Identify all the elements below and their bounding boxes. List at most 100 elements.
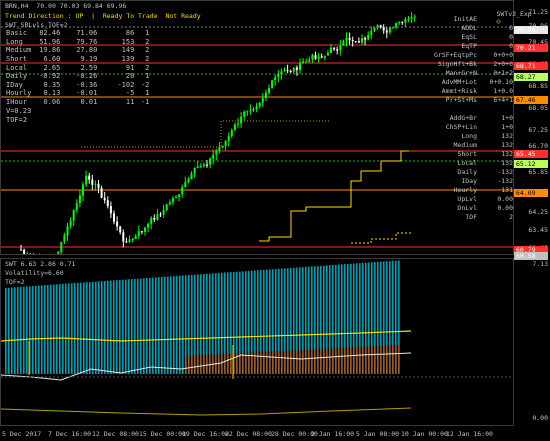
- ea-param-row: TOF 2: [421, 213, 513, 222]
- volatility-bar: [38, 285, 40, 374]
- swt-indicator-canvas[interactable]: [1, 259, 513, 425]
- candle-body: [221, 146, 224, 148]
- volatility-bar: [107, 280, 109, 374]
- trend-bar: [206, 354, 208, 374]
- candle-body: [159, 214, 162, 216]
- indicator-scale[interactable]: 7.13 0.00: [514, 258, 550, 426]
- trend-bar: [380, 346, 382, 374]
- trend-bar: [284, 351, 286, 374]
- ea-param-row: DnLvl 0.00: [421, 204, 513, 213]
- candle-body: [264, 92, 267, 99]
- price-level-tag: 70.21: [514, 44, 548, 52]
- stats-cell: 28: [125, 72, 135, 81]
- trend-status-line: Trend Direction : UP | Ready To Trade No…: [5, 12, 201, 20]
- ea-param-row: Long 132: [421, 132, 513, 141]
- candle-body: [212, 154, 215, 159]
- trend-bar: [194, 355, 196, 374]
- trend-bar: [359, 347, 361, 374]
- price-scale[interactable]: 71.2570.9670.4569.6568.8568.0567.2566.70…: [514, 0, 550, 260]
- ea-param-value: 1+0.0: [493, 87, 513, 95]
- stats-row: Short 6.60 9.19 139 2: [6, 55, 152, 64]
- ea-param-value: 0+1+2: [493, 69, 513, 77]
- ea-param-value: 0+0.10: [489, 78, 513, 86]
- trend-bar: [272, 351, 274, 374]
- volatility-bar: [5, 287, 7, 374]
- trend-bar: [242, 353, 244, 374]
- ea-param-label: TOF: [465, 213, 477, 221]
- stats-cell: 11: [125, 98, 135, 107]
- volatility-bar: [56, 284, 58, 374]
- stats-cell: 79.76: [76, 37, 98, 46]
- candle-body: [147, 223, 150, 228]
- ea-param-label: EqTP: [461, 42, 477, 50]
- ea-param-label: Pr+St+Ms: [445, 96, 477, 104]
- ea-param-row: EqSL 0: [421, 33, 513, 42]
- ea-param-value: 1+0: [501, 114, 513, 122]
- volatility-bar: [143, 278, 145, 374]
- candle-body: [289, 71, 292, 73]
- trend-bar: [188, 355, 190, 374]
- candle-body: [348, 37, 351, 41]
- volatility-bar: [182, 275, 184, 374]
- stats-cell: 153: [121, 37, 135, 46]
- candle-body: [69, 220, 72, 227]
- swt-indicator-panel[interactable]: SWT 6.63 2.86 0.71 Volatility=6.60 TOF=2: [0, 258, 514, 426]
- ea-param-value: 1+0: [501, 123, 513, 131]
- stats-cell: -2: [140, 80, 150, 89]
- volatility-bar: [152, 277, 154, 374]
- volatility-bar: [74, 283, 76, 374]
- time-axis[interactable]: 5 Dec 2017 7 Dec 16:00 12 Dec 08:00 15 Dec …: [0, 427, 514, 441]
- stepped-level-line: [259, 150, 409, 242]
- ea-param-label: SignHft+Bk: [437, 60, 477, 68]
- price-scale-label: 68.85: [528, 82, 548, 90]
- price-chart-panel[interactable]: BRN,H4 70.00 70.03 69.84 69.96 Trend Dir…: [0, 0, 532, 255]
- candle-body: [357, 41, 360, 43]
- volatility-bar: [173, 276, 175, 374]
- stats-cell: 19.86: [39, 46, 61, 55]
- volatility-bar: [47, 284, 49, 374]
- candle-body: [125, 241, 128, 243]
- stats-cell: 0.35: [43, 80, 61, 89]
- stats-row-label: Medium: [6, 46, 32, 55]
- candle-body: [317, 56, 320, 59]
- volatility-bar: [32, 286, 34, 374]
- candle-body: [75, 203, 78, 210]
- candle-body: [199, 166, 202, 168]
- candle-body: [215, 151, 218, 155]
- ea-param-row: GrSF+EqtpPc 0+0+0: [421, 51, 513, 60]
- ea-param-value: 132: [501, 132, 513, 140]
- trend-bar: [281, 351, 283, 374]
- trend-bar: [368, 346, 370, 374]
- volatility-bar: [158, 277, 160, 374]
- stats-cell: 2: [145, 63, 150, 72]
- volatility-bar: [83, 282, 85, 374]
- stats-cell: -0.01: [76, 89, 98, 98]
- trend-bar: [347, 347, 349, 374]
- trend-bar: [287, 350, 289, 374]
- candle-body: [131, 239, 134, 241]
- volatility-bar: [92, 281, 94, 374]
- stats-cell: 51.96: [39, 37, 61, 46]
- candle-body: [255, 106, 258, 109]
- stats-cell: 0.01: [80, 98, 98, 107]
- stats-cell: 27.80: [76, 46, 98, 55]
- candle-body: [224, 140, 227, 147]
- trend-bar: [305, 350, 307, 374]
- trend-bar: [398, 345, 400, 374]
- volatility-label: Volatility=6.60: [5, 269, 64, 277]
- stats-row-label: Long: [6, 37, 23, 46]
- candle-body: [376, 25, 379, 28]
- ea-param-value: 0: [509, 33, 513, 41]
- candle-body: [299, 63, 301, 70]
- candle-body: [252, 108, 255, 111]
- candle-body: [354, 41, 357, 43]
- trend-bar: [392, 345, 394, 374]
- indicator-tof-label: TOF=2: [5, 278, 25, 286]
- stats-cell: 2: [145, 55, 150, 64]
- stats-cell: 71.06: [76, 29, 98, 38]
- ea-param-label: UpLvl: [457, 195, 477, 203]
- price-level-tag: 68.71: [514, 62, 548, 70]
- trend-bar: [371, 346, 373, 374]
- ea-param-value: 132: [501, 159, 513, 167]
- stats-cell: 1: [145, 29, 150, 38]
